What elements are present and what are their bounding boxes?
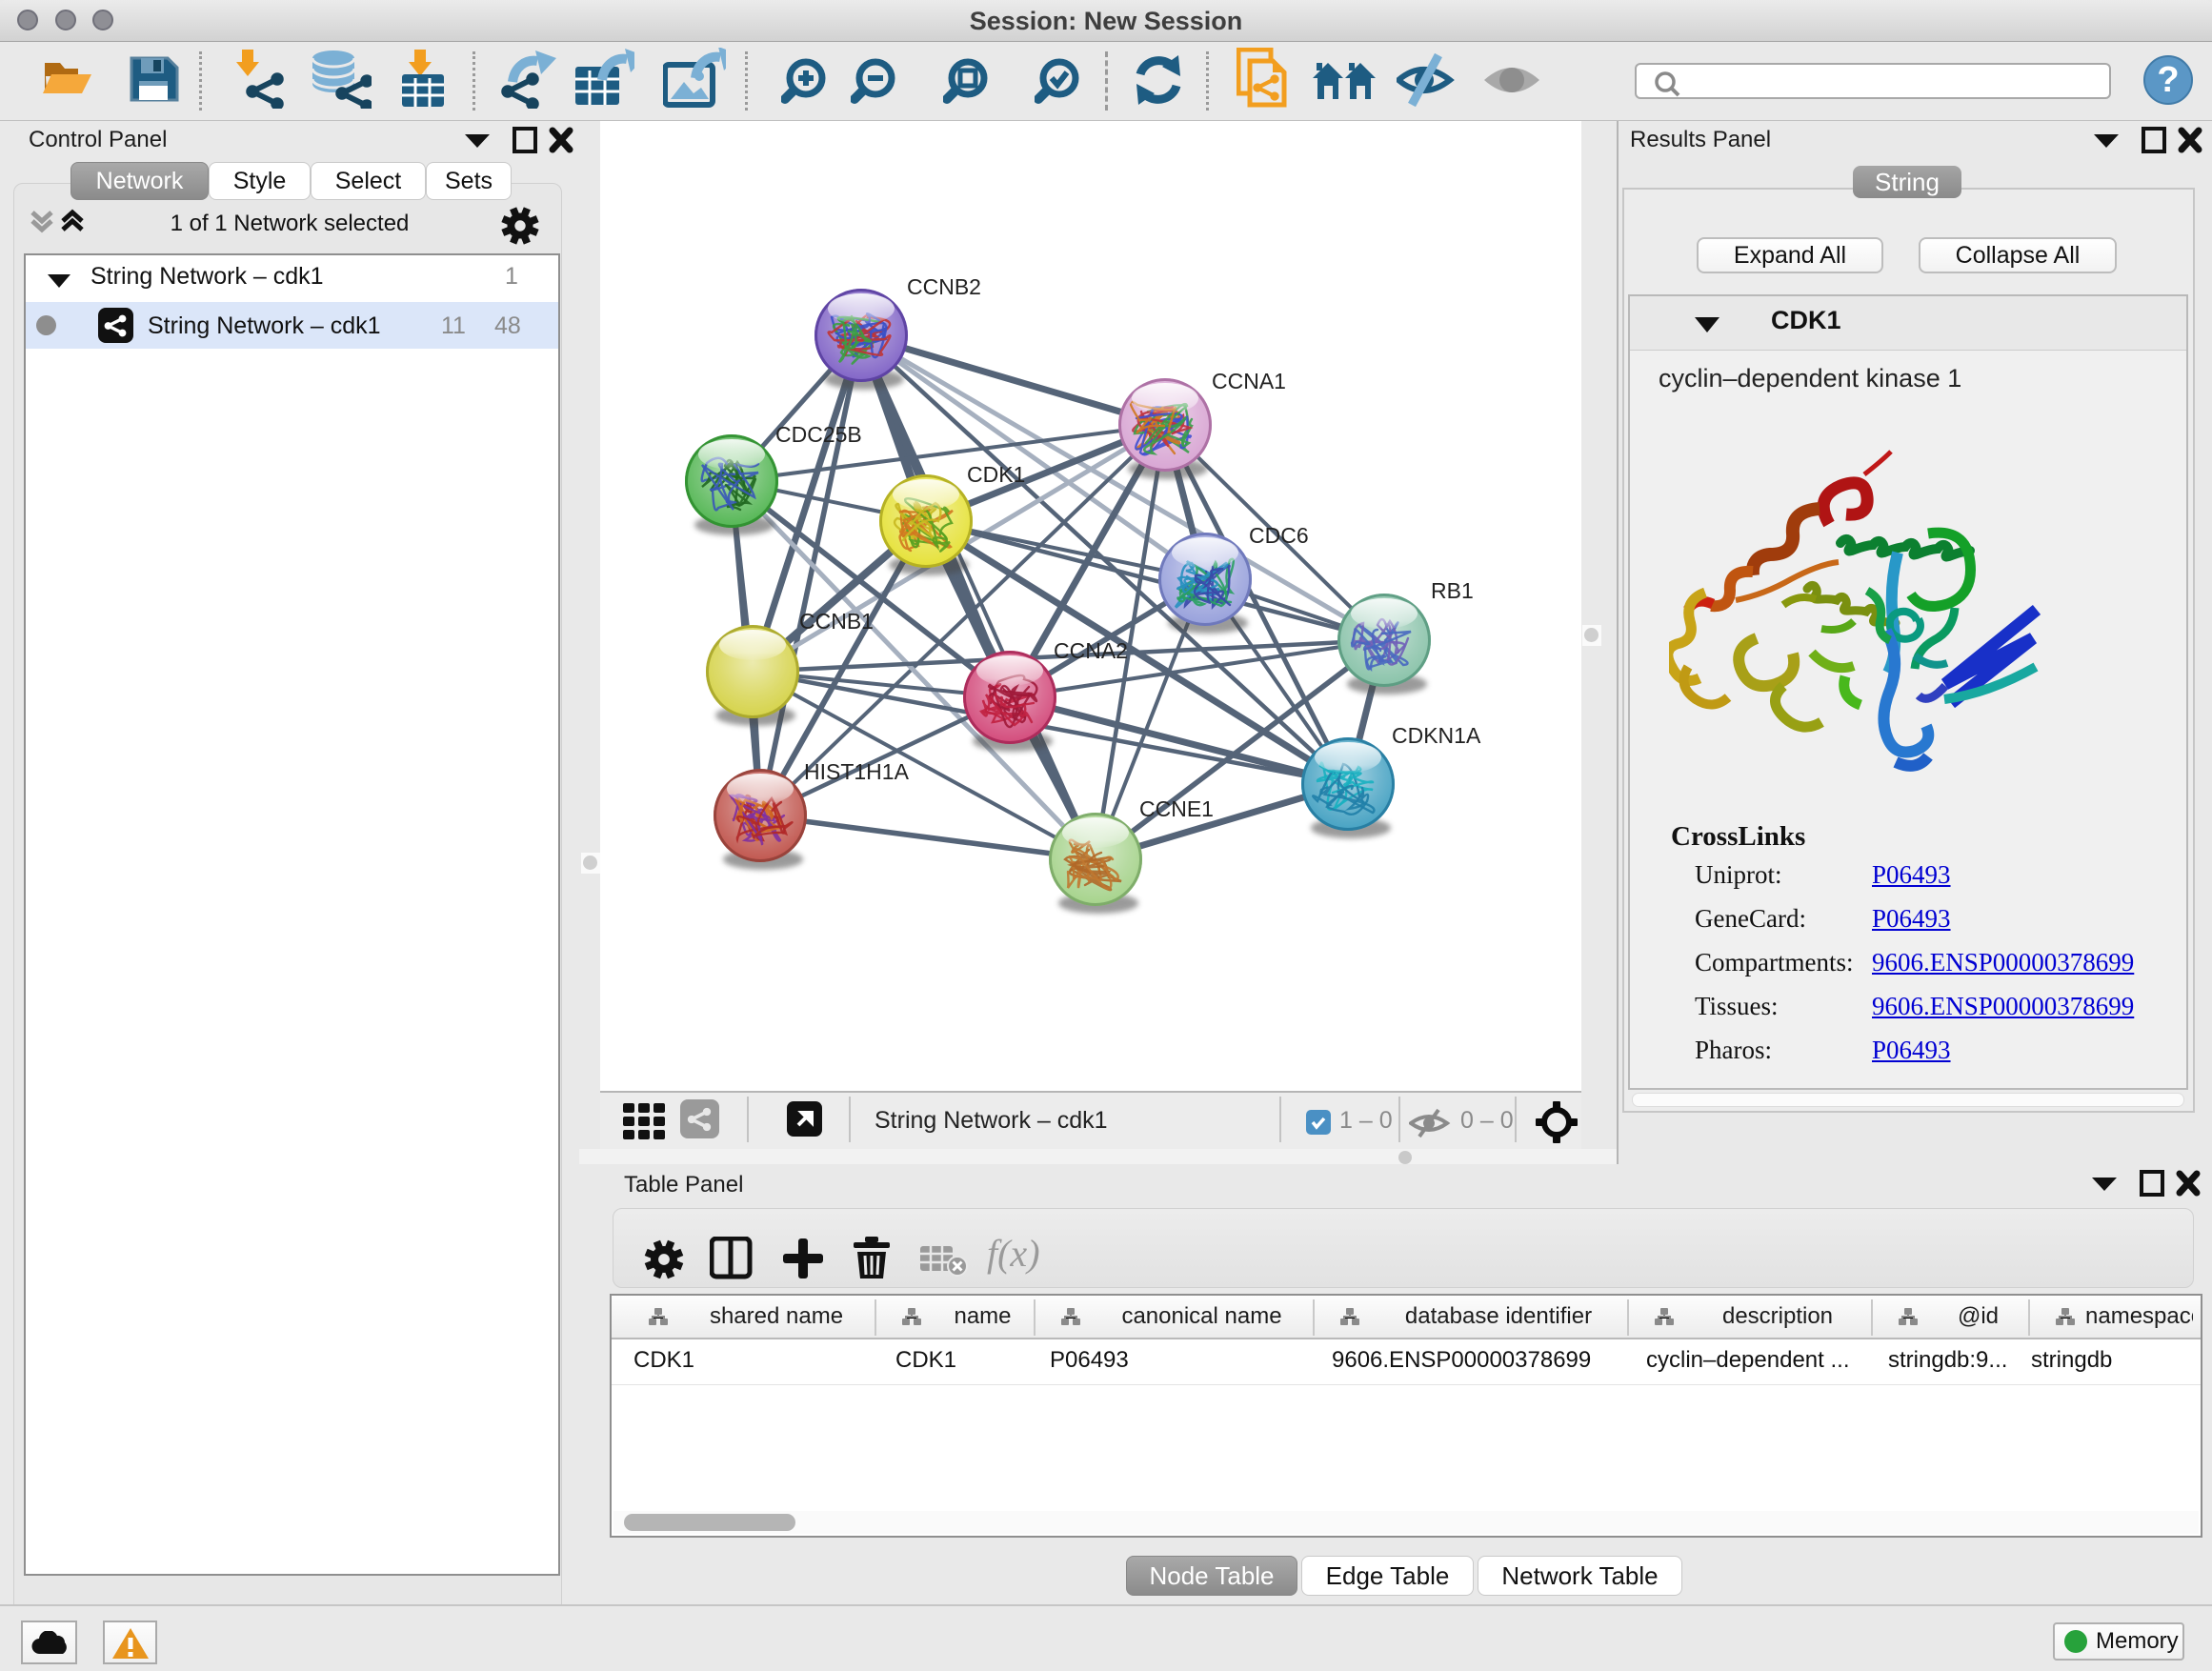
svg-text:HIST1H1A: HIST1H1A — [804, 759, 910, 784]
svg-text:CCNB2: CCNB2 — [907, 274, 981, 299]
svg-text:CCNA1: CCNA1 — [1212, 369, 1286, 393]
svg-text:CCNB1: CCNB1 — [799, 609, 874, 634]
svg-text:CCNA2: CCNA2 — [1054, 638, 1128, 663]
svg-text:CCNE1: CCNE1 — [1139, 796, 1214, 821]
svg-text:RB1: RB1 — [1431, 578, 1474, 603]
svg-text:CDC6: CDC6 — [1249, 523, 1309, 548]
svg-text:CDC25B: CDC25B — [775, 422, 862, 447]
svg-text:CDK1: CDK1 — [967, 462, 1025, 487]
svg-text:CDKN1A: CDKN1A — [1392, 723, 1481, 748]
svg-text:?: ? — [2157, 60, 2179, 100]
